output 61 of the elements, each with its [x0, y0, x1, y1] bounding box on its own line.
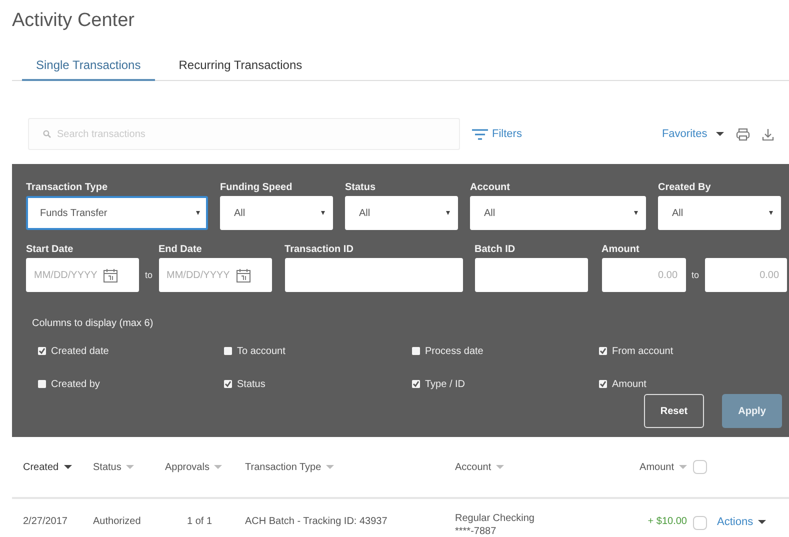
column-header[interactable]: Amount [595, 462, 687, 472]
column-header[interactable]: Transaction Type [245, 462, 455, 472]
actions-dropdown[interactable]: Actions [717, 516, 766, 528]
section-label: Columns to display (max 6) [31, 318, 154, 329]
tab[interactable]: Single Transactions [22, 54, 155, 81]
tab[interactable]: Recurring Transactions [164, 54, 316, 81]
checkbox[interactable] [38, 347, 46, 355]
checkbox-label: From account [612, 346, 674, 356]
select-field[interactable]: All [658, 196, 781, 230]
table-cell: Regular Checking [455, 512, 534, 525]
checkbox-label: Status [237, 378, 266, 390]
field-label: Status [345, 182, 377, 195]
download-icon[interactable] [762, 128, 774, 140]
field-label: Created By [658, 182, 712, 195]
input-field[interactable] [474, 258, 588, 292]
checkbox-label: Amount [612, 378, 646, 390]
column-header[interactable]: Status [93, 462, 165, 472]
table-cell-text: ACH Batch - Tracking ID: 43937 [245, 516, 388, 527]
checkbox-label: Created by [51, 378, 100, 390]
favorites-dropdown[interactable]: Favorites [662, 128, 724, 140]
table-cell-text: 1 of 1 [186, 516, 214, 527]
filter-icon[interactable] [472, 128, 488, 140]
separator-text: to [690, 269, 700, 282]
checkbox[interactable] [38, 380, 46, 388]
select-field[interactable]: All [345, 196, 458, 230]
calendar-icon[interactable] [236, 268, 251, 282]
checkbox[interactable] [224, 380, 232, 388]
column-header[interactable]: Created [12, 462, 93, 472]
page-title: Activity Center [12, 9, 136, 33]
checkbox-label: Created date [51, 346, 109, 356]
reset-button[interactable]: Reset [644, 394, 704, 428]
table-cell-text: 2/27/2017 [22, 516, 68, 527]
calendar-icon[interactable] [103, 268, 118, 282]
filters-link[interactable]: Filters [472, 128, 522, 140]
field-label: Start Date [26, 244, 74, 257]
field-label: Account [470, 182, 511, 195]
column-header[interactable]: Approvals [165, 462, 245, 472]
field-label: Batch ID [474, 244, 516, 257]
checkbox-label: Type / ID [425, 378, 466, 390]
checkbox[interactable] [412, 380, 420, 388]
field-label: Transaction ID [284, 244, 354, 257]
checkbox[interactable] [599, 380, 607, 388]
separator-text: to [144, 269, 154, 282]
select-field[interactable]: All [470, 196, 646, 230]
field-label: Transaction Type [26, 182, 109, 195]
field-label: Amount [602, 244, 640, 257]
table-cell-text: Authorized [93, 516, 142, 527]
field-label: End Date [158, 244, 203, 257]
field-label: Funding Speed [220, 182, 294, 195]
checkbox[interactable] [224, 347, 232, 355]
print-icon[interactable] [736, 128, 750, 140]
checkbox-label: Process date [425, 346, 484, 356]
column-header[interactable]: Account [455, 462, 595, 472]
checkbox-label: To account [237, 346, 286, 356]
input-field[interactable] [284, 258, 463, 292]
select-field[interactable]: Funds Transfer [26, 196, 208, 230]
select-field[interactable]: All [220, 196, 333, 230]
table-cell-text: + $10.00 [646, 516, 687, 527]
checkbox[interactable] [599, 347, 607, 355]
checkbox[interactable] [412, 347, 420, 355]
table-cell: ****-7887 [455, 525, 496, 537]
